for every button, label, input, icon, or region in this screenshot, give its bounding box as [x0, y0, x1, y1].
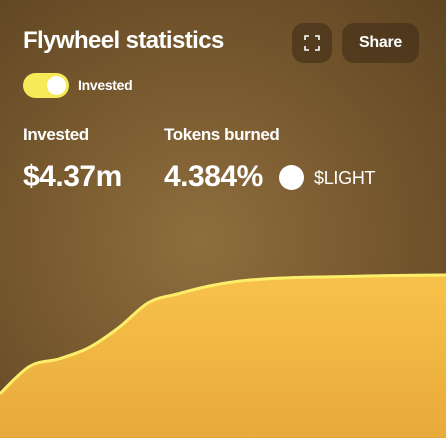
- tokens-burned-value: 4.384%: [164, 160, 263, 193]
- expand-button[interactable]: [292, 23, 332, 63]
- area-chart: [0, 273, 446, 438]
- token-icon: [279, 165, 304, 190]
- invested-toggle[interactable]: [23, 73, 69, 98]
- invested-label: Invested: [23, 125, 89, 144]
- token-name: $LIGHT: [314, 168, 376, 188]
- tokens-burned-label: Tokens burned: [164, 125, 280, 144]
- invested-value: $4.37m: [23, 160, 122, 193]
- toggle-label: Invested: [78, 77, 133, 93]
- expand-icon: [304, 35, 320, 51]
- page-title: Flywheel statistics: [23, 27, 224, 54]
- share-button[interactable]: Share: [342, 23, 419, 63]
- flywheel-statistics-card: Flywheel statistics Share Invested Inves…: [0, 0, 446, 438]
- toggle-knob: [47, 76, 66, 95]
